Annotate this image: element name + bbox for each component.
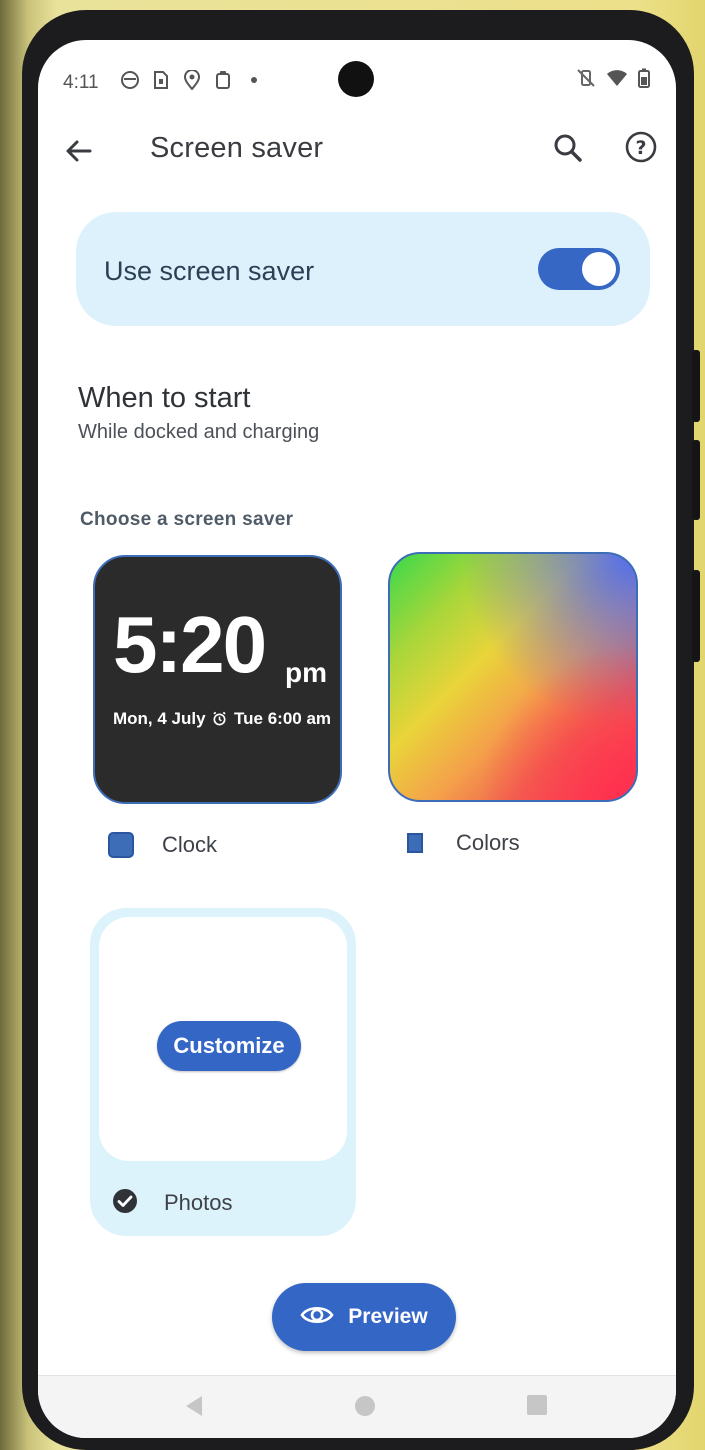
arrow-back-icon[interactable] — [62, 134, 96, 168]
clock-preview-time: 5:20 — [113, 600, 267, 689]
photos-preview-tile: Customize — [99, 917, 347, 1161]
notification-icon — [120, 70, 140, 90]
wifi-icon — [606, 69, 628, 92]
check-circle-icon — [112, 1188, 138, 1214]
preview-button[interactable]: Preview — [272, 1283, 456, 1351]
clock-preview-alarm: Tue 6:00 am — [234, 709, 332, 728]
recents-nav-icon[interactable] — [526, 1394, 548, 1421]
option-clock[interactable]: Clock — [108, 832, 217, 858]
help-icon[interactable]: ? — [622, 128, 660, 166]
option-photos-label: Photos — [164, 1190, 233, 1215]
app-bar: Screen saver ? — [38, 120, 676, 182]
phone-screen: 4:11 Screen saver ? Use screen saver Whe… — [38, 40, 676, 1438]
vibrate-off-icon — [576, 68, 596, 93]
when-to-start-title: When to start — [78, 382, 251, 414]
use-screen-saver-label: Use screen saver — [104, 256, 315, 286]
page-title: Screen saver — [150, 132, 324, 164]
back-nav-icon[interactable] — [182, 1394, 206, 1423]
option-colors[interactable]: Colors — [407, 830, 520, 856]
customize-button[interactable]: Customize — [157, 1021, 301, 1071]
location-icon — [182, 70, 202, 90]
alarm-icon — [210, 709, 234, 728]
navigation-bar — [38, 1375, 676, 1438]
preview-label: Preview — [348, 1305, 428, 1328]
choose-screen-saver-header: Choose a screen saver — [80, 509, 294, 530]
power-button — [692, 350, 700, 422]
clipboard-icon — [213, 70, 233, 90]
battery-icon — [638, 68, 650, 93]
photos-option-card[interactable]: Customize Photos — [90, 908, 356, 1236]
svg-text:?: ? — [635, 137, 646, 159]
clock-preview-date-text: Mon, 4 July — [113, 709, 206, 728]
front-camera — [338, 61, 374, 97]
colors-preview-tile[interactable] — [388, 552, 638, 802]
volume-button — [692, 570, 700, 662]
option-clock-label: Clock — [162, 832, 218, 857]
volume-button — [692, 440, 700, 520]
clock-preview-date: Mon, 4 July Tue 6:00 am — [113, 709, 331, 729]
option-colors-label: Colors — [456, 830, 520, 855]
when-to-start-value: While docked and charging — [78, 421, 320, 443]
use-screen-saver-switch[interactable] — [538, 248, 620, 290]
sim-icon — [151, 70, 171, 90]
clock-preview-ampm: pm — [285, 657, 327, 688]
switch-knob — [582, 252, 616, 286]
search-icon[interactable] — [550, 130, 586, 166]
clock-checkbox[interactable] — [108, 832, 134, 858]
status-bar: 4:11 — [38, 40, 676, 120]
eye-icon — [300, 1303, 334, 1332]
colors-checkbox[interactable] — [407, 833, 423, 853]
dot-icon — [244, 70, 264, 90]
clock-preview-tile[interactable]: 5:20 pm Mon, 4 July Tue 6:00 am — [93, 555, 342, 804]
use-screen-saver-row[interactable]: Use screen saver — [76, 212, 650, 326]
status-time: 4:11 — [63, 72, 99, 93]
home-nav-icon[interactable] — [353, 1394, 377, 1423]
